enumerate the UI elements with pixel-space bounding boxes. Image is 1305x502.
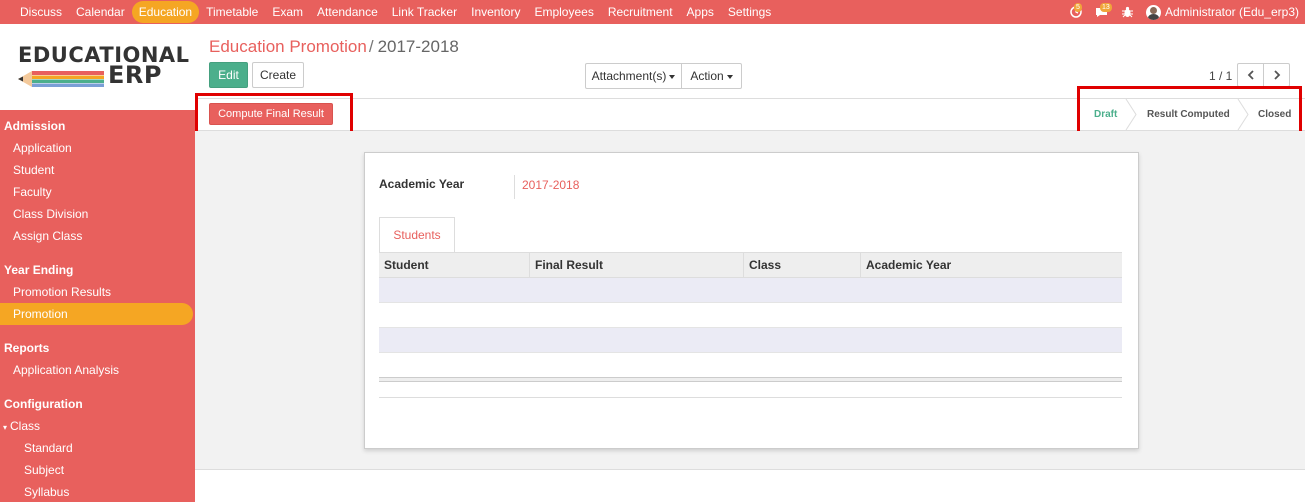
section-year-ending: Year Ending	[4, 263, 74, 277]
sidebar-item-application-analysis[interactable]: Application Analysis	[0, 359, 195, 381]
sidebar-item-application[interactable]: Application	[0, 137, 195, 159]
sidebar-item-student[interactable]: Student	[0, 159, 195, 181]
table-bottom-divider	[379, 397, 1122, 398]
action-dropdown[interactable]: Action	[681, 63, 742, 89]
table-footer	[379, 377, 1122, 382]
menu-education[interactable]: Education	[131, 1, 200, 23]
app-menu: Admission Application Student Faculty Cl…	[0, 110, 195, 502]
pencil-logo-icon	[18, 71, 104, 87]
menu-employees[interactable]: Employees	[527, 1, 600, 23]
section-reports: Reports	[4, 341, 50, 355]
field-divider	[514, 175, 515, 199]
sidebar-item-faculty[interactable]: Faculty	[0, 181, 195, 203]
top-navbar: Discuss Calendar Education Timetable Exa…	[0, 0, 1305, 24]
page-bottom-divider	[195, 469, 1305, 470]
tab-students[interactable]: Students	[379, 217, 455, 253]
sidebar: EDUCATIONAL ERP Admission Application St…	[0, 24, 195, 502]
caret-down-icon: ▾	[3, 423, 8, 432]
main-menu: Discuss Calendar Education Timetable Exa…	[0, 0, 778, 24]
pager-next-button[interactable]	[1263, 63, 1290, 87]
menu-timetable[interactable]: Timetable	[199, 1, 265, 23]
column-header-class[interactable]: Class	[744, 253, 861, 278]
activity-count-badge: 5	[1073, 3, 1082, 12]
menu-exam[interactable]: Exam	[265, 1, 310, 23]
sidebar-item-class-division[interactable]: Class Division	[0, 203, 195, 225]
sidebar-item-assign-class[interactable]: Assign Class	[0, 225, 195, 247]
breadcrumb: Education Promotion/2017-2018	[209, 37, 459, 57]
column-header-final-result[interactable]: Final Result	[530, 253, 744, 278]
caret-down-icon	[669, 74, 676, 79]
caret-down-icon	[726, 74, 733, 79]
breadcrumb-separator: /	[368, 37, 374, 56]
table-row	[379, 278, 1122, 303]
menu-calendar[interactable]: Calendar	[69, 1, 132, 23]
logo-text-line2: ERP	[108, 61, 162, 89]
user-avatar[interactable]	[1145, 4, 1161, 20]
debug-bug-icon[interactable]	[1120, 5, 1136, 19]
sidebar-item-standard[interactable]: Standard	[0, 437, 195, 459]
create-button[interactable]: Create	[252, 62, 304, 88]
activity-icon[interactable]: 5	[1068, 3, 1084, 19]
table-row	[379, 353, 1122, 378]
menu-settings[interactable]: Settings	[721, 1, 778, 23]
column-header-student[interactable]: Student	[379, 253, 530, 278]
attachments-label: Attachment(s)	[591, 69, 667, 83]
attachments-dropdown[interactable]: Attachment(s)	[585, 63, 682, 89]
message-count-badge: 13	[1099, 3, 1112, 12]
menu-inventory[interactable]: Inventory	[464, 1, 527, 23]
menu-recruitment[interactable]: Recruitment	[601, 1, 680, 23]
company-logo: EDUCATIONAL ERP	[0, 24, 195, 110]
pager-previous-button[interactable]	[1237, 63, 1264, 87]
user-menu[interactable]: Administrator (Edu_erp3)	[1165, 5, 1299, 19]
chevron-right-icon	[1273, 70, 1280, 80]
pager-value[interactable]: 1 / 1	[1209, 69, 1232, 83]
sidebar-item-promotion[interactable]: Promotion	[0, 303, 193, 325]
section-admission: Admission	[4, 119, 66, 133]
table-row	[379, 303, 1122, 328]
sidebar-item-syllabus[interactable]: Syllabus	[0, 481, 195, 502]
sidebar-item-subject[interactable]: Subject	[0, 459, 195, 481]
breadcrumb-parent-link[interactable]: Education Promotion	[209, 37, 367, 56]
academic-year-link[interactable]: 2017-2018	[522, 178, 579, 192]
column-header-academic-year[interactable]: Academic Year	[861, 253, 1122, 278]
messages-icon[interactable]: 13	[1094, 3, 1112, 19]
menu-attendance[interactable]: Attendance	[310, 1, 385, 23]
menu-apps[interactable]: Apps	[680, 1, 721, 23]
sidebar-item-class[interactable]: ▾ Class	[0, 415, 195, 437]
students-table: Student Final Result Class Academic Year	[379, 253, 1122, 378]
action-label: Action	[690, 69, 724, 83]
menu-discuss[interactable]: Discuss	[13, 1, 69, 23]
breadcrumb-current: 2017-2018	[377, 37, 459, 56]
section-configuration: Configuration	[4, 397, 83, 411]
chevron-left-icon	[1247, 70, 1254, 80]
logo-text-line1: EDUCATIONAL	[18, 43, 190, 67]
academic-year-label: Academic Year	[379, 177, 465, 191]
menu-link-tracker[interactable]: Link Tracker	[385, 1, 464, 23]
systray: 5 13 Administrator (Edu_erp3)	[1068, 0, 1299, 24]
table-header: Student Final Result Class Academic Year	[379, 253, 1122, 278]
table-row	[379, 328, 1122, 353]
sidebar-item-class-label: Class	[10, 419, 41, 433]
sidebar-item-promotion-results[interactable]: Promotion Results	[0, 281, 195, 303]
edit-button[interactable]: Edit	[209, 62, 248, 88]
